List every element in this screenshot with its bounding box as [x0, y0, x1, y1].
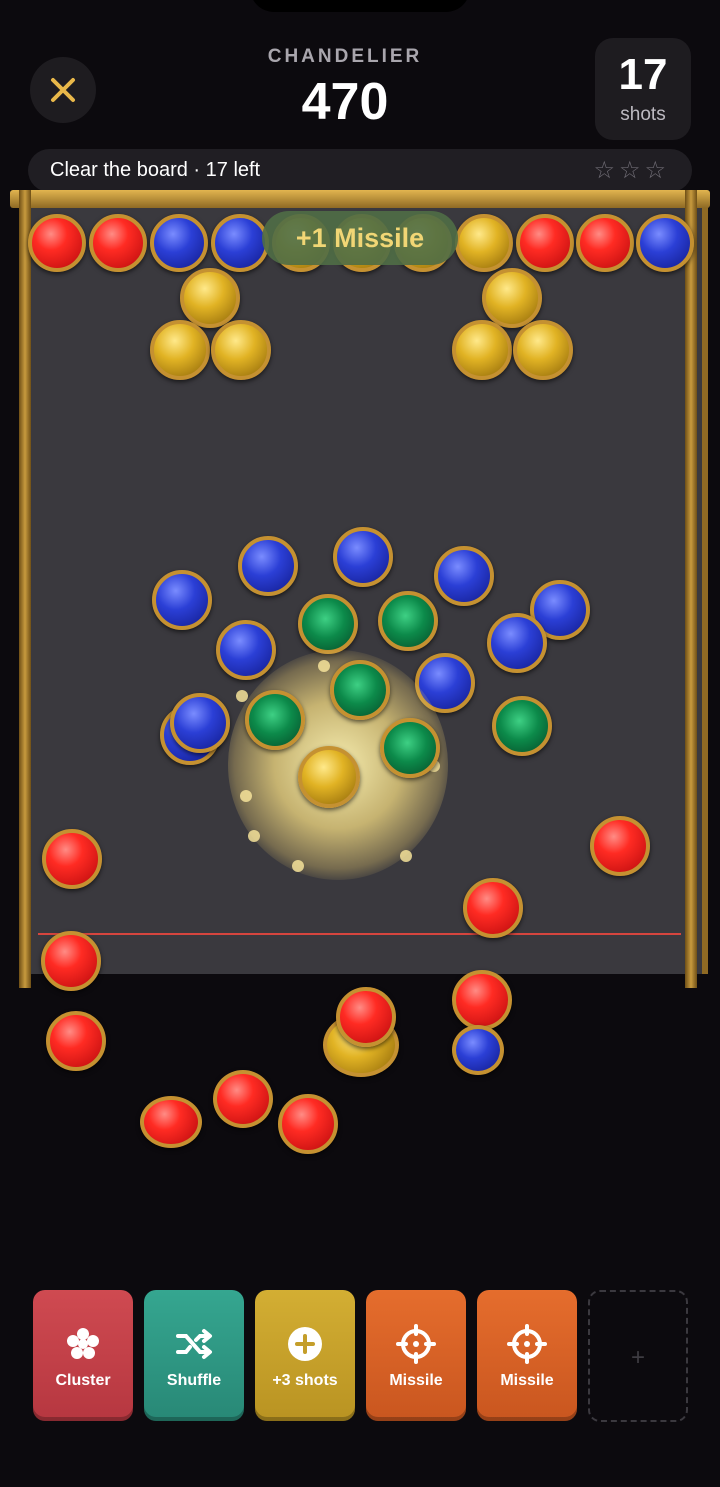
disc-green — [378, 591, 438, 651]
disc-gold — [513, 320, 573, 380]
sparkle — [292, 860, 304, 872]
disc-gold — [455, 214, 513, 272]
disc-red — [336, 987, 396, 1047]
disc-gold — [298, 746, 360, 808]
disc-blue — [216, 620, 276, 680]
disc-blue — [636, 214, 694, 272]
disc-blue — [434, 546, 494, 606]
disc-blue — [452, 1025, 504, 1075]
disc-red — [46, 1011, 106, 1071]
powerup-plus-3-shots[interactable]: +3 shots — [255, 1290, 355, 1421]
disc-blue — [487, 613, 547, 673]
star-rating-icon: ☆☆☆ — [593, 157, 670, 184]
crosshair-icon — [396, 1324, 436, 1364]
disc-red — [452, 970, 512, 1030]
disc-gold — [482, 268, 542, 328]
goal-text: Clear the board · 17 left — [50, 159, 261, 181]
disc-green — [492, 696, 552, 756]
missile-reward-toast: +1 Missile — [262, 211, 458, 265]
disc-blue — [238, 536, 298, 596]
shots-label: shots — [620, 104, 666, 125]
disc-red — [576, 214, 634, 272]
disc-blue — [211, 214, 269, 272]
shuffle-icon — [176, 1329, 212, 1359]
powerup-label: Shuffle — [166, 1372, 222, 1389]
level-name: CHANDELIER — [267, 46, 423, 67]
board-right-post — [685, 190, 697, 988]
powerup-missile[interactable]: Missile — [366, 1290, 466, 1421]
board-left-post — [19, 190, 31, 988]
plus-circle-icon — [288, 1327, 322, 1361]
disc-green — [298, 594, 358, 654]
powerup-shuffle[interactable]: Shuffle — [144, 1290, 244, 1421]
disc-red — [28, 214, 86, 272]
shots-count: 17 — [618, 50, 668, 99]
danger-line — [38, 933, 681, 935]
plus-icon: + — [630, 1344, 645, 1371]
shots-counter: 17 shots — [595, 38, 691, 140]
board-top-rail — [10, 190, 710, 208]
disc-red — [278, 1094, 338, 1154]
disc-red — [42, 829, 102, 889]
device-notch — [250, 0, 470, 12]
powerup-label: Missile — [389, 1372, 443, 1389]
disc-red — [213, 1070, 273, 1128]
score: 470 — [301, 73, 389, 131]
sparkle — [236, 690, 248, 702]
disc-gold — [211, 320, 271, 380]
disc-red — [41, 931, 101, 991]
disc-gold — [180, 268, 240, 328]
disc-red — [89, 214, 147, 272]
disc-blue — [152, 570, 212, 630]
goal-bar: Clear the board · 17 left ☆☆☆ — [28, 149, 692, 192]
sparkle — [248, 830, 260, 842]
crosshair-icon — [507, 1324, 547, 1364]
disc-green — [330, 660, 390, 720]
disc-red — [516, 214, 574, 272]
sparkle — [400, 850, 412, 862]
flower-icon — [67, 1328, 99, 1359]
powerup-label: Cluster — [55, 1372, 111, 1389]
disc-blue — [150, 214, 208, 272]
disc-red — [463, 878, 523, 938]
powerup-label: +3 shots — [272, 1372, 338, 1389]
powerup-cluster[interactable]: Cluster — [33, 1290, 133, 1421]
disc-gold — [452, 320, 512, 380]
disc-red — [140, 1096, 202, 1148]
disc-blue — [333, 527, 393, 587]
disc-green — [380, 718, 440, 778]
sparkle — [240, 790, 252, 802]
sparkle — [318, 660, 330, 672]
powerup-label: Missile — [500, 1372, 554, 1389]
disc-green — [245, 690, 305, 750]
empty-powerup-slot[interactable]: + — [588, 1290, 688, 1422]
powerup-missile[interactable]: Missile — [477, 1290, 577, 1421]
disc-red — [590, 816, 650, 876]
disc-blue — [170, 693, 230, 753]
disc-gold — [150, 320, 210, 380]
